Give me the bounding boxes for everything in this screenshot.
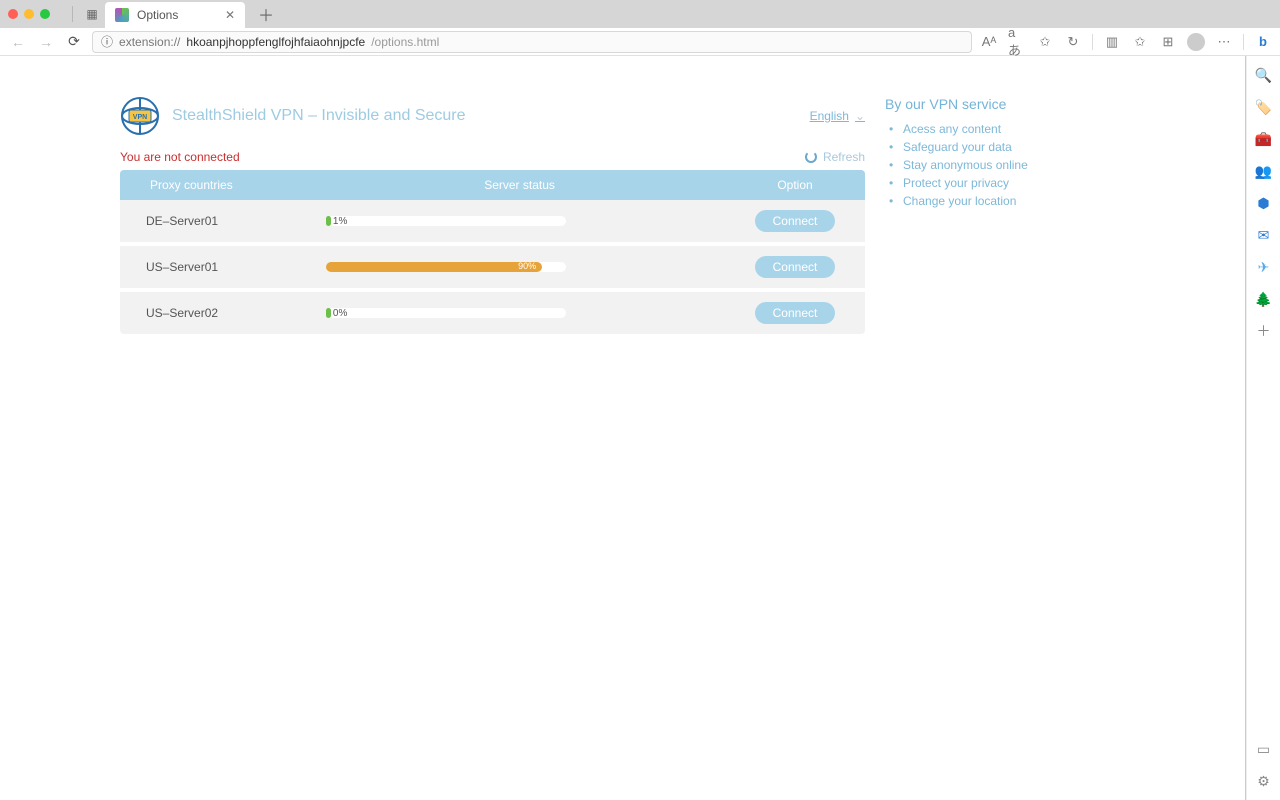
server-name: US–Server01 bbox=[120, 244, 314, 290]
col-header-status: Server status bbox=[314, 170, 725, 200]
url-scheme: extension:// bbox=[119, 35, 180, 49]
tab-close-icon[interactable]: ✕ bbox=[225, 8, 235, 22]
page-viewport: VPN StealthShield VPN – Invisible and Se… bbox=[0, 56, 1246, 800]
tree-icon[interactable]: 🌲 bbox=[1255, 290, 1273, 308]
site-info-icon[interactable]: ⓘ bbox=[101, 33, 113, 50]
refresh-button[interactable]: Refresh bbox=[805, 150, 865, 164]
vpn-logo-icon: VPN bbox=[120, 96, 160, 136]
url-path: /options.html bbox=[371, 35, 439, 49]
server-status-cell: 90% bbox=[314, 244, 725, 290]
collections-icon[interactable]: ⊞ bbox=[1159, 33, 1177, 51]
more-menu-icon[interactable]: ⋯ bbox=[1215, 33, 1233, 51]
maximize-window[interactable] bbox=[40, 9, 50, 19]
browser-sidebar: 🔍 🏷️ 🧰 👥 ⬢ ✉ ✈ 🌲 ＋ ▭ ⚙ bbox=[1246, 56, 1280, 800]
benefit-item: Protect your privacy bbox=[889, 174, 1105, 192]
server-row: US–Server02 0% Connect bbox=[120, 290, 865, 334]
benefit-item: Stay anonymous online bbox=[889, 156, 1105, 174]
col-header-option: Option bbox=[725, 170, 865, 200]
bing-sidebar-icon[interactable]: b bbox=[1254, 33, 1272, 51]
refresh-label: Refresh bbox=[823, 150, 865, 164]
reload-button[interactable]: ⟳ bbox=[64, 32, 84, 52]
browser-tab[interactable]: Options ✕ bbox=[105, 2, 245, 28]
server-load-bar: 0% bbox=[326, 308, 566, 318]
search-icon[interactable]: 🔍 bbox=[1255, 66, 1273, 84]
translate-icon[interactable]: aあ bbox=[1008, 33, 1026, 51]
close-window[interactable] bbox=[8, 9, 18, 19]
server-load-label: 0% bbox=[333, 308, 347, 319]
refresh-spinner-icon bbox=[805, 151, 817, 163]
office-icon[interactable]: ⬢ bbox=[1255, 194, 1273, 212]
read-aloud-icon[interactable]: Aᴬ bbox=[980, 33, 998, 51]
back-button[interactable]: ← bbox=[8, 32, 28, 52]
shopping-icon[interactable]: 🧰 bbox=[1255, 130, 1273, 148]
sync-icon[interactable]: ↻ bbox=[1064, 33, 1082, 51]
app-title: StealthShield VPN – Invisible and Secure bbox=[172, 107, 466, 125]
tab-overview-icon[interactable]: ▦ bbox=[85, 7, 99, 21]
tag-icon[interactable]: 🏷️ bbox=[1255, 98, 1273, 116]
tab-favicon bbox=[115, 8, 129, 22]
connect-button[interactable]: Connect bbox=[755, 302, 836, 324]
server-status-cell: 1% bbox=[314, 200, 725, 244]
server-load-bar: 1% bbox=[326, 216, 566, 226]
benefit-item: Safeguard your data bbox=[889, 138, 1105, 156]
server-option-cell: Connect bbox=[725, 244, 865, 290]
benefits-title: By our VPN service bbox=[885, 96, 1105, 112]
connect-button[interactable]: Connect bbox=[755, 210, 836, 232]
server-name: DE–Server01 bbox=[120, 200, 314, 244]
server-name: US–Server02 bbox=[120, 290, 314, 334]
forward-button: → bbox=[36, 32, 56, 52]
col-header-country: Proxy countries bbox=[120, 170, 314, 200]
server-row: DE–Server01 1% Connect bbox=[120, 200, 865, 244]
add-icon[interactable]: ＋ bbox=[1255, 322, 1273, 340]
browser-toolbar: ← → ⟳ ⓘ extension:// hkoanpjhoppfenglfojh… bbox=[0, 28, 1280, 56]
server-load-label: 90% bbox=[518, 261, 536, 271]
toolbar-icons: Aᴬ aあ ✩ ↻ ▥ ✩ ⊞ ⋯ b bbox=[980, 33, 1272, 51]
server-option-cell: Connect bbox=[725, 200, 865, 244]
new-tab-button[interactable]: ＋ bbox=[255, 3, 277, 25]
server-load-bar: 90% bbox=[326, 262, 566, 272]
profile-avatar[interactable] bbox=[1187, 33, 1205, 51]
server-option-cell: Connect bbox=[725, 290, 865, 334]
server-table: Proxy countries Server status Option DE–… bbox=[120, 170, 865, 334]
address-bar[interactable]: ⓘ extension:// hkoanpjhoppfenglfojhfaiaoh… bbox=[92, 31, 972, 53]
connection-status: You are not connected bbox=[120, 150, 240, 164]
panel-icon[interactable]: ▭ bbox=[1255, 740, 1273, 758]
connect-button[interactable]: Connect bbox=[755, 256, 836, 278]
server-row: US–Server01 90% Connect bbox=[120, 244, 865, 290]
benefits-sidebar: By our VPN service Acess any contentSafe… bbox=[885, 96, 1105, 210]
svg-text:VPN: VPN bbox=[133, 114, 147, 121]
server-status-cell: 0% bbox=[314, 290, 725, 334]
server-load-label: 1% bbox=[333, 216, 347, 227]
url-host: hkoanpjhoppfenglfojhfaiaohnjpcfe bbox=[186, 35, 365, 49]
minimize-window[interactable] bbox=[24, 9, 34, 19]
benefit-item: Change your location bbox=[889, 192, 1105, 210]
send-icon[interactable]: ✈ bbox=[1255, 258, 1273, 276]
language-selector[interactable]: English ⌄ bbox=[810, 109, 865, 123]
traffic-lights bbox=[8, 9, 50, 19]
window-titlebar: ▦ Options ✕ ＋ bbox=[0, 0, 1280, 28]
divider bbox=[1092, 34, 1093, 50]
divider bbox=[72, 6, 73, 22]
chevron-down-icon: ⌄ bbox=[855, 109, 865, 123]
favorites-bar-icon[interactable]: ✩ bbox=[1131, 33, 1149, 51]
language-label: English bbox=[810, 109, 849, 123]
favorites-icon[interactable]: ✩ bbox=[1036, 33, 1054, 51]
benefit-item: Acess any content bbox=[889, 120, 1105, 138]
split-screen-icon[interactable]: ▥ bbox=[1103, 33, 1121, 51]
divider bbox=[1243, 34, 1244, 50]
outlook-icon[interactable]: ✉ bbox=[1255, 226, 1273, 244]
settings-icon[interactable]: ⚙ bbox=[1255, 772, 1273, 790]
people-icon[interactable]: 👥 bbox=[1255, 162, 1273, 180]
tab-title: Options bbox=[137, 8, 178, 22]
